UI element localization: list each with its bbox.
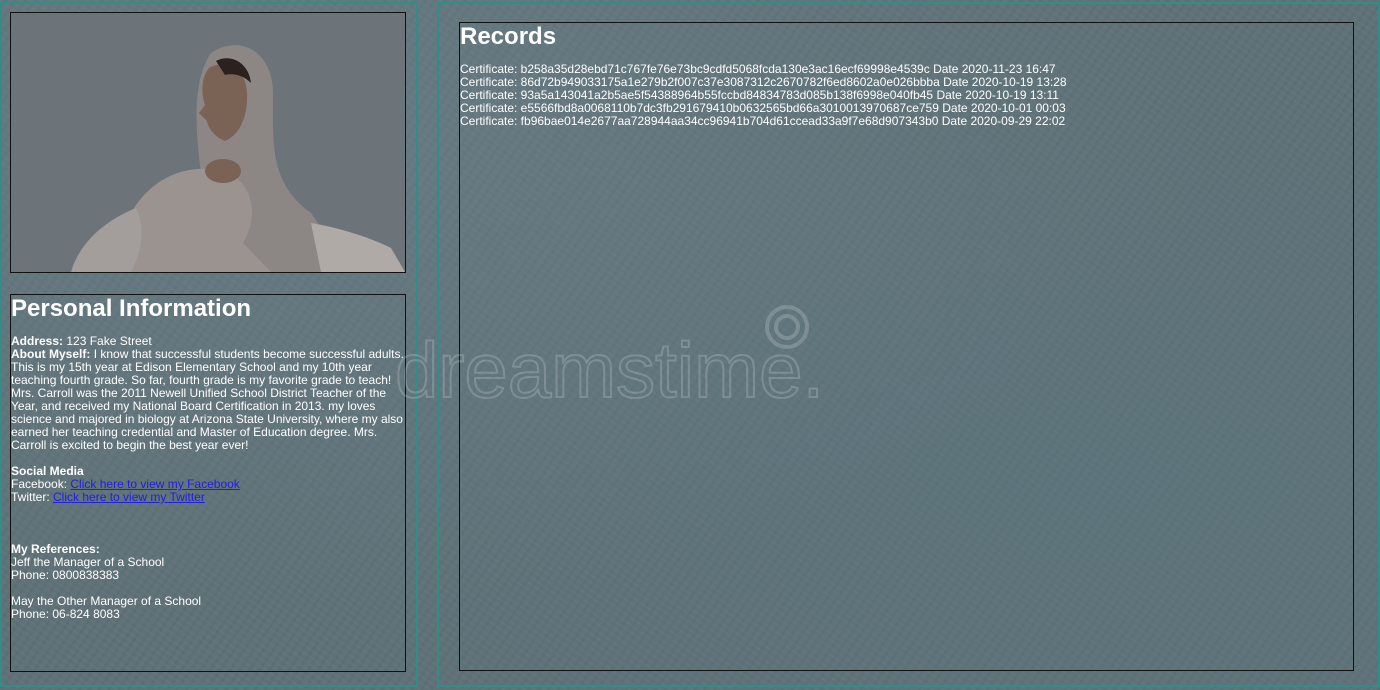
right-column: Records Certificate: b258a35d28ebd71c767… (437, 2, 1380, 687)
records-panel: Records Certificate: b258a35d28ebd71c767… (459, 22, 1354, 671)
social-media-heading: Social Media (11, 464, 84, 478)
personal-information-body: Address: 123 Fake Street About Myself: I… (11, 335, 405, 621)
twitter-label: Twitter: (11, 490, 50, 504)
records-heading: Records (460, 23, 557, 50)
references-section: My References: Jeff the Manager of a Sch… (11, 543, 405, 621)
references-heading: My References: (11, 542, 100, 556)
about-text: I know that successful students become s… (11, 347, 404, 452)
reference-phone: Phone: 0800838383 (11, 568, 120, 582)
personal-information-panel: Personal Information Address: 123 Fake S… (10, 294, 406, 672)
record-item: Certificate: fb96bae014e2677aa728944aa34… (460, 114, 1066, 128)
profile-photo-image (11, 13, 405, 272)
social-media-section: Social Media Facebook: Click here to vie… (11, 465, 405, 504)
twitter-link[interactable]: Click here to view my Twitter (53, 490, 205, 504)
facebook-link[interactable]: Click here to view my Facebook (70, 477, 239, 491)
reference-phone: Phone: 06-824 8083 (11, 607, 120, 621)
profile-photo (10, 12, 406, 273)
address-label: Address: (11, 334, 64, 348)
about-label: About Myself: (11, 347, 91, 361)
facebook-label: Facebook: (11, 477, 68, 491)
records-list: Certificate: b258a35d28ebd71c767fe76e73b… (460, 63, 1353, 128)
address-value: 123 Fake Street (66, 334, 152, 348)
personal-information-heading: Personal Information (11, 295, 252, 322)
reference-item: May the Other Manager of a School Phone:… (11, 595, 405, 621)
left-column: Personal Information Address: 123 Fake S… (0, 2, 418, 687)
reference-item: Jeff the Manager of a School Phone: 0800… (11, 556, 405, 582)
about-myself: About Myself: I know that successful stu… (11, 348, 405, 452)
